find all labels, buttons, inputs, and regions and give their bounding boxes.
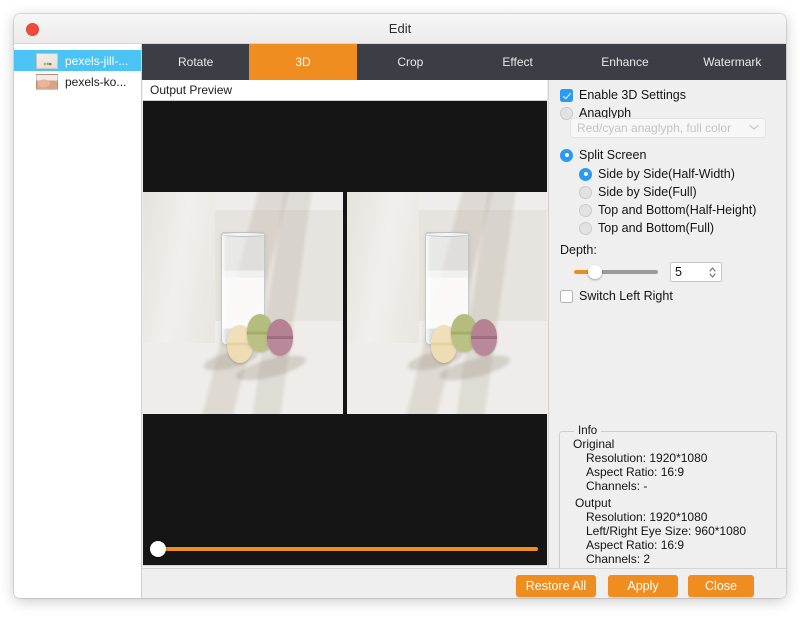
tab-label: Effect — [502, 55, 533, 69]
info-original-channels: Channels: - — [586, 479, 648, 493]
split-option-label: Top and Bottom(Full) — [598, 221, 715, 235]
depth-stepper[interactable]: 5 — [670, 262, 722, 282]
radio-icon[interactable] — [560, 148, 573, 162]
info-output-resolution: Resolution: 1920*1080 — [586, 510, 708, 524]
stepper-arrows-icon[interactable] — [708, 266, 717, 279]
tab-label: Rotate — [177, 55, 214, 69]
list-item[interactable]: pexels-jill-... — [14, 50, 141, 71]
info-output-channels: Channels: 2 — [586, 552, 651, 566]
enable-3d-settings-label: Enable 3D Settings — [579, 88, 687, 102]
list-item-label: pexels-ko... — [65, 74, 127, 89]
seek-bar[interactable] — [144, 541, 547, 557]
tab-label: Crop — [397, 55, 424, 69]
checkbox-icon[interactable] — [560, 88, 573, 102]
left-eye-image — [143, 192, 343, 414]
radio-icon[interactable] — [579, 185, 592, 199]
close-button[interactable]: Close — [688, 575, 754, 597]
split-option-side-by-side-full[interactable]: Side by Side(Full) — [579, 185, 697, 199]
tab-enhance[interactable]: Enhance — [571, 44, 678, 80]
split-option-top-and-bottom-full[interactable]: Top and Bottom(Full) — [579, 221, 714, 235]
title-bar: Edit — [14, 14, 786, 44]
split-screen-radio[interactable]: Split Screen — [560, 148, 646, 162]
depth-slider-handle[interactable] — [588, 265, 602, 279]
anaglyph-type-select[interactable]: Red/cyan anaglyph, full color — [570, 118, 766, 138]
anaglyph-select-value: Red/cyan anaglyph, full color — [577, 121, 732, 135]
switch-left-right-checkbox[interactable]: Switch Left Right — [560, 289, 673, 303]
footer-bar: Restore All Apply Close — [142, 568, 786, 598]
depth-value: 5 — [675, 265, 682, 279]
edit-window: Edit pexels-jill-... pexels-ko... Rotate… — [14, 14, 786, 598]
info-output-aspect-ratio: Aspect Ratio: 16:9 — [586, 538, 685, 552]
file-thumbnail-icon — [36, 52, 58, 69]
sidebar-footer-fill — [14, 568, 142, 598]
tab-label: Enhance — [601, 55, 649, 69]
tab-watermark[interactable]: Watermark — [679, 44, 786, 80]
radio-icon[interactable] — [579, 221, 592, 235]
split-option-top-and-bottom-half-height[interactable]: Top and Bottom(Half-Height) — [579, 203, 756, 217]
split-option-side-by-side-half-width[interactable]: Side by Side(Half-Width) — [579, 167, 735, 181]
depth-control[interactable]: 5 — [574, 262, 722, 282]
info-original-heading: Original — [573, 437, 615, 451]
apply-button[interactable]: Apply — [608, 575, 678, 597]
info-output-heading: Output — [575, 496, 612, 510]
info-legend: Info — [574, 425, 602, 437]
macaron-purple — [267, 318, 293, 357]
info-output-eye-size: Left/Right Eye Size: 960*1080 — [586, 524, 747, 538]
depth-slider[interactable] — [574, 265, 658, 279]
settings-panel: Enable 3D Settings Anaglyph Red/cyan ana… — [548, 80, 786, 598]
tab-rotate[interactable]: Rotate — [142, 44, 249, 80]
tab-bar: Rotate 3D Crop Effect Enhance Watermark — [142, 44, 786, 80]
split-screen-label: Split Screen — [579, 148, 647, 162]
file-thumbnail-icon — [36, 73, 58, 90]
tab-crop[interactable]: Crop — [357, 44, 464, 80]
checkbox-icon[interactable] — [560, 289, 573, 303]
seek-track[interactable] — [154, 547, 538, 551]
list-item-label: pexels-jill-... — [65, 53, 129, 68]
list-item[interactable]: pexels-ko... — [14, 71, 141, 92]
radio-icon[interactable] — [579, 167, 592, 181]
depth-label: Depth: — [560, 243, 597, 257]
output-preview-label: Output Preview — [143, 80, 547, 101]
tab-effect[interactable]: Effect — [464, 44, 571, 80]
tab-3d[interactable]: 3D — [249, 44, 357, 80]
split-option-label: Top and Bottom(Half-Height) — [598, 203, 757, 217]
main-panel: Rotate 3D Crop Effect Enhance Watermark … — [142, 44, 786, 598]
right-eye-image — [347, 192, 547, 414]
info-original-resolution: Resolution: 1920*1080 — [586, 451, 708, 465]
preview-column: Output Preview — [142, 80, 547, 598]
depth-slider-track[interactable] — [594, 270, 658, 274]
split-option-label: Side by Side(Half-Width) — [598, 167, 735, 181]
tab-label: 3D — [295, 55, 311, 69]
page-title: Edit — [388, 21, 412, 36]
info-group: Info Original Resolution: 1920*1080 Aspe… — [559, 425, 777, 571]
chevron-down-icon — [749, 122, 759, 134]
switch-left-right-label: Switch Left Right — [579, 289, 673, 303]
restore-all-button[interactable]: Restore All — [516, 575, 596, 597]
stereo-preview-image — [143, 192, 547, 414]
seek-handle[interactable] — [150, 541, 166, 557]
macaron-purple — [471, 318, 497, 357]
info-original-aspect-ratio: Aspect Ratio: 16:9 — [586, 465, 685, 479]
split-option-label: Side by Side(Full) — [598, 185, 697, 199]
radio-icon[interactable] — [579, 203, 592, 217]
enable-3d-settings-checkbox[interactable]: Enable 3D Settings — [560, 88, 686, 102]
file-list-sidebar[interactable]: pexels-jill-... pexels-ko... — [14, 44, 142, 598]
video-preview[interactable] — [143, 101, 547, 565]
tab-label: Watermark — [703, 55, 762, 69]
